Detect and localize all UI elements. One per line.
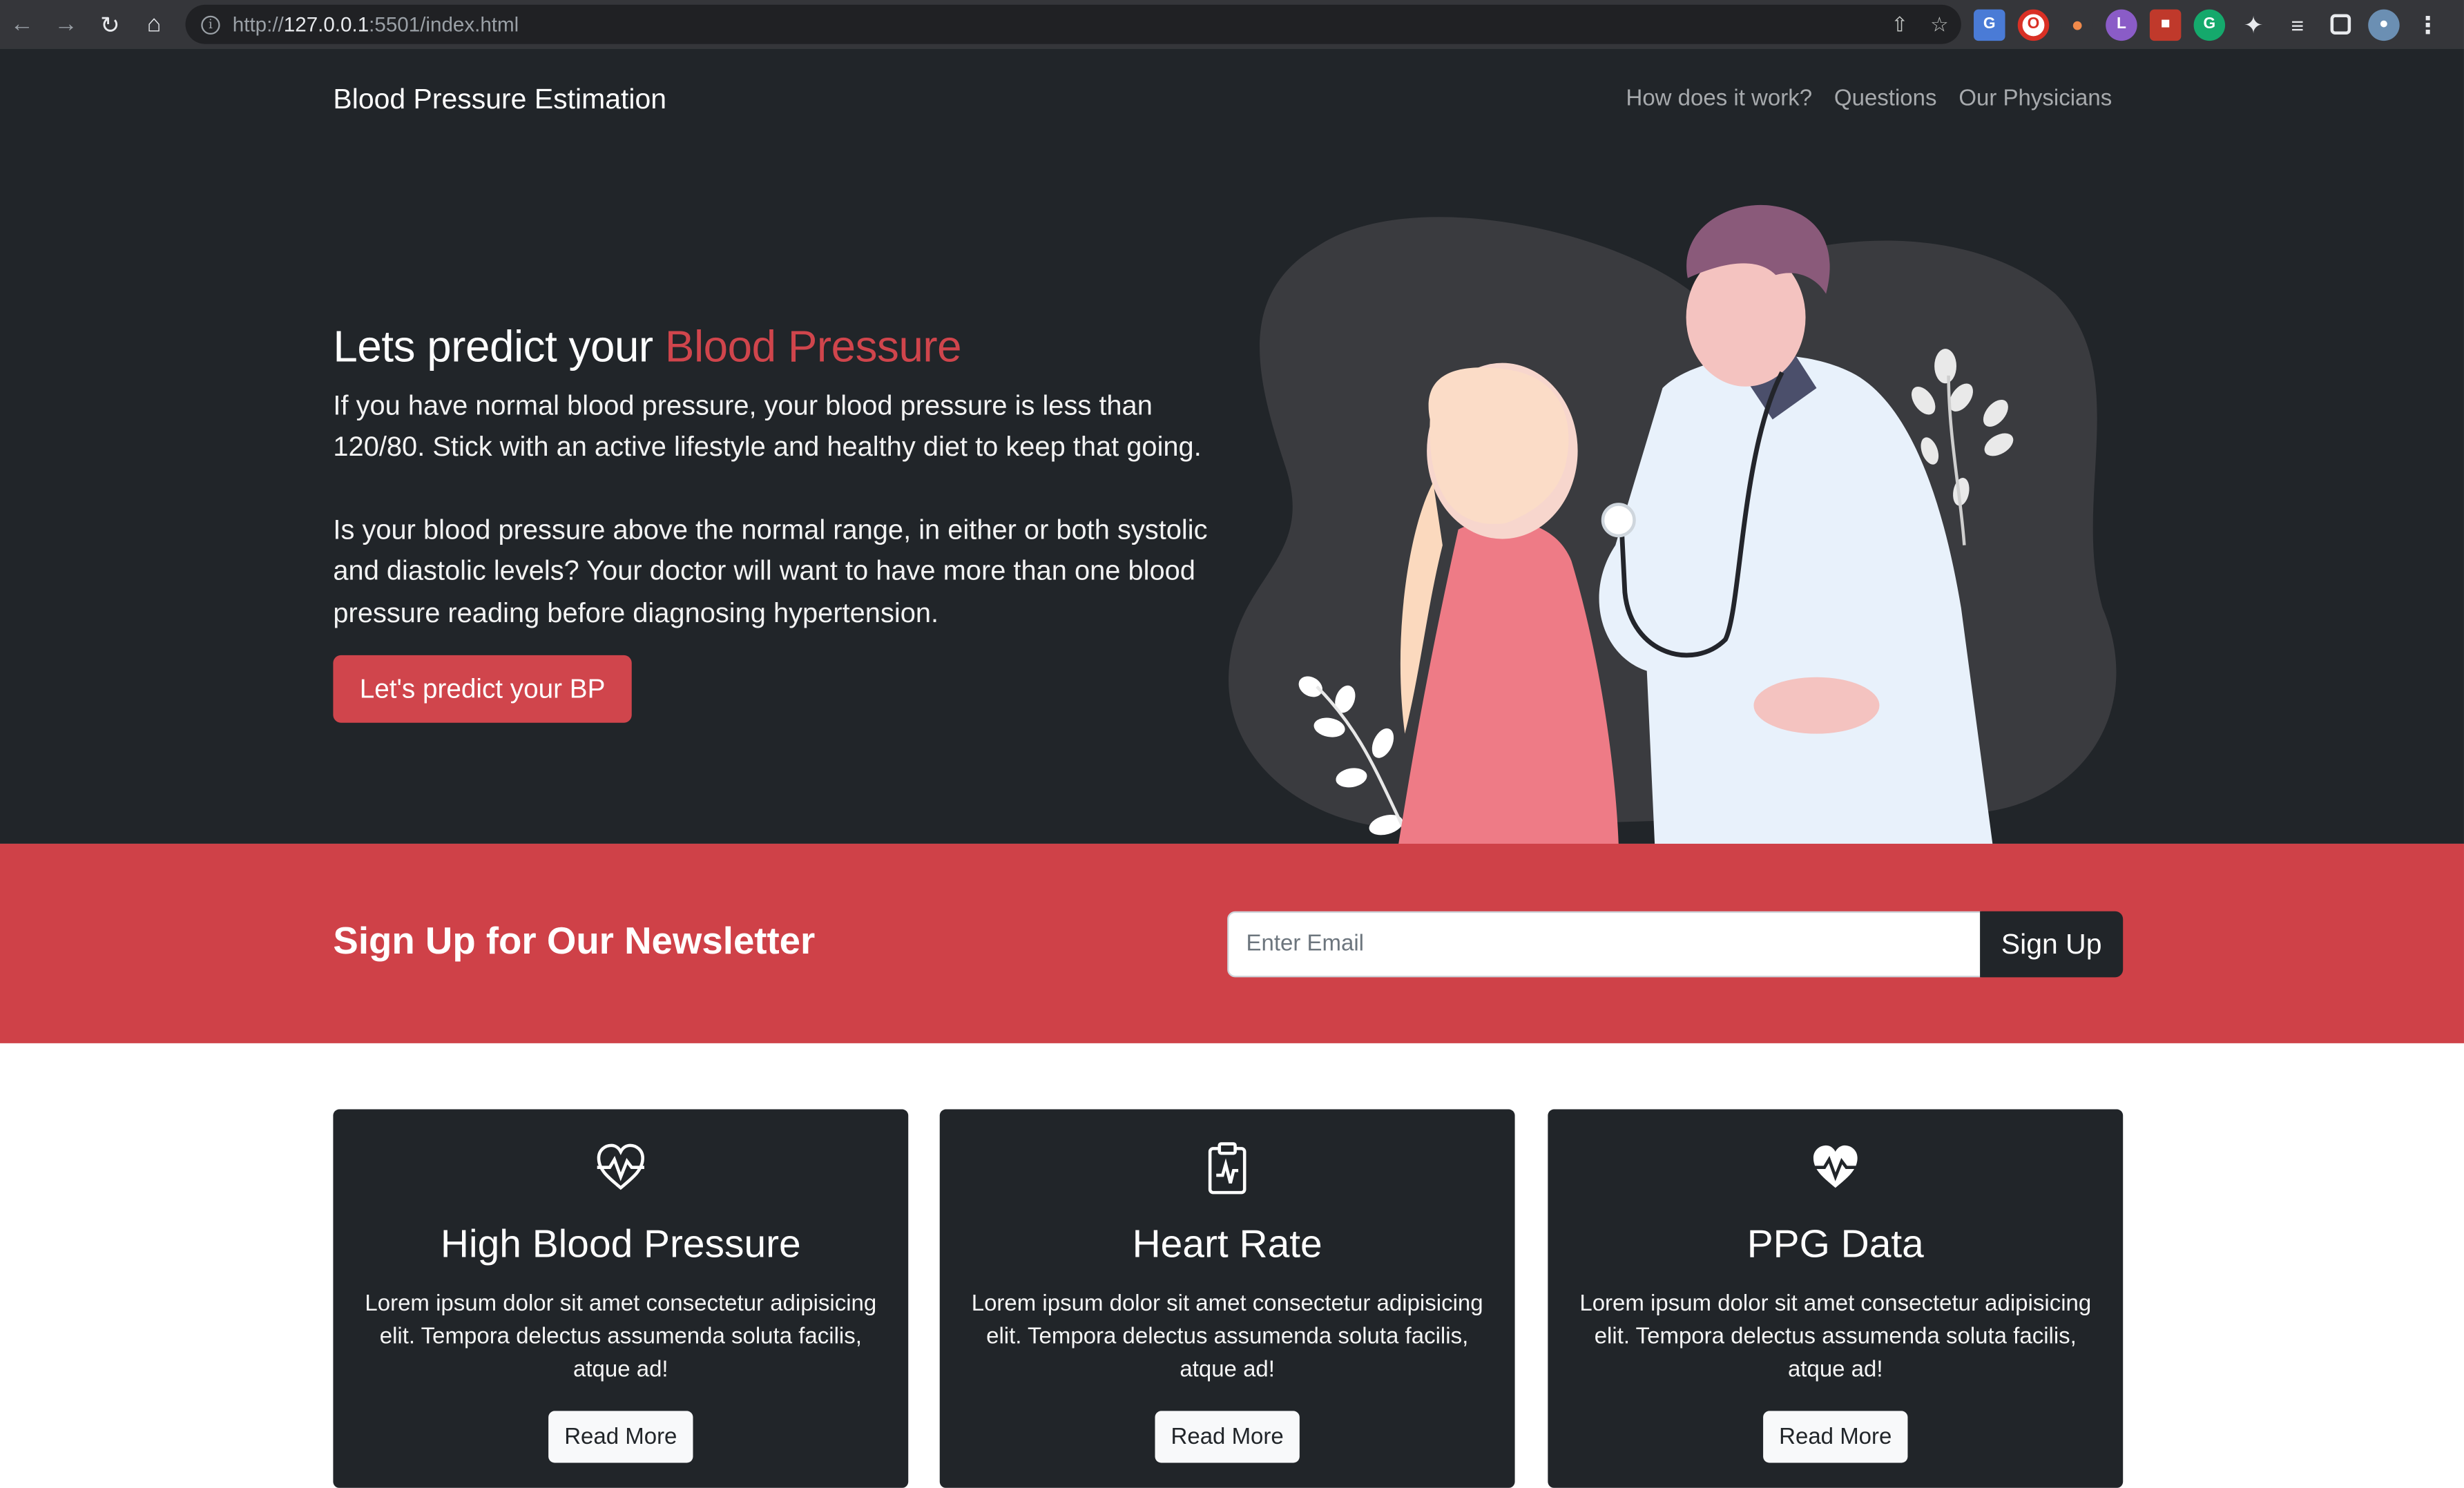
hero-section: Blood Pressure Estimation How does it wo… bbox=[0, 48, 2464, 844]
card-text: Lorem ipsum dolor sit amet consectetur a… bbox=[365, 1291, 877, 1383]
read-more-button[interactable]: Read More bbox=[1155, 1411, 1300, 1463]
address-bar[interactable]: i http://127.0.0.1:5501/index.html ⇧ ☆ bbox=[185, 4, 1961, 44]
heart-pulse-filled-icon bbox=[1811, 1145, 1859, 1188]
clipboard-pulse-icon bbox=[1208, 1142, 1247, 1195]
menu-kebab-icon[interactable]: ⋮ bbox=[2412, 9, 2444, 41]
site-info-icon[interactable]: i bbox=[201, 15, 220, 34]
sign-up-button[interactable]: Sign Up bbox=[1980, 911, 2124, 978]
predict-bp-button[interactable]: Let's predict your BP bbox=[333, 655, 632, 723]
hero-paragraph-2: Is your blood pressure above the normal … bbox=[333, 514, 1208, 628]
share-icon[interactable]: ⇧ bbox=[1891, 12, 1908, 37]
doctor-patient-illustration bbox=[1229, 204, 2117, 844]
red-extension-icon[interactable]: ■ bbox=[2149, 8, 2182, 41]
reload-icon[interactable]: ↻ bbox=[88, 0, 132, 49]
puzzle-extensions-icon[interactable]: ✦ bbox=[2237, 9, 2269, 41]
side-panel-icon[interactable] bbox=[2330, 14, 2351, 35]
heart-pulse-outline-icon bbox=[597, 1143, 644, 1190]
card-title: High Blood Pressure bbox=[440, 1222, 801, 1267]
info-cards-section: High Blood Pressure Lorem ipsum dolor si… bbox=[0, 1043, 2464, 1488]
read-more-button[interactable]: Read More bbox=[1763, 1411, 1908, 1463]
extensions-bar: G O ● L ■ G ✦ ≡ ● ⋮ bbox=[1974, 0, 2443, 49]
back-icon[interactable]: ← bbox=[0, 0, 44, 49]
newsletter-section: Sign Up for Our Newsletter Sign Up bbox=[0, 843, 2464, 1043]
nav-how-it-works[interactable]: How does it work? bbox=[1626, 86, 1813, 111]
hero-title-accent: Blood Pressure bbox=[664, 322, 962, 371]
page: Blood Pressure Estimation How does it wo… bbox=[0, 48, 2464, 1488]
card-text: Lorem ipsum dolor sit amet consectetur a… bbox=[971, 1291, 1483, 1383]
card-title: PPG Data bbox=[1746, 1222, 1924, 1267]
nav-our-physicians[interactable]: Our Physicians bbox=[1958, 86, 2112, 111]
browser-toolbar: ← → ↻ ⌂ i http://127.0.0.1:5501/index.ht… bbox=[0, 0, 2464, 49]
card-heart-rate: Heart Rate Lorem ipsum dolor sit amet co… bbox=[939, 1109, 1515, 1488]
card-high-blood-pressure: High Blood Pressure Lorem ipsum dolor si… bbox=[333, 1109, 909, 1488]
brand-title[interactable]: Blood Pressure Estimation bbox=[333, 84, 666, 117]
hero-title: Lets predict your Blood Pressure bbox=[333, 322, 961, 372]
profile-avatar[interactable]: ● bbox=[2368, 8, 2400, 41]
nav-questions[interactable]: Questions bbox=[1834, 86, 1937, 111]
newsletter-title: Sign Up for Our Newsletter bbox=[333, 920, 816, 963]
home-icon[interactable]: ⌂ bbox=[132, 0, 176, 49]
url-text: http://127.0.0.1:5501/index.html bbox=[232, 12, 519, 37]
top-nav: How does it work? Questions Our Physicia… bbox=[1626, 86, 2112, 111]
lb-extension-icon[interactable]: L bbox=[2106, 8, 2137, 41]
grammarly-extension-icon[interactable]: G bbox=[2193, 8, 2226, 41]
forward-icon[interactable]: → bbox=[44, 0, 88, 49]
bookmark-star-icon[interactable]: ☆ bbox=[1930, 12, 1949, 37]
translate-extension-icon[interactable]: G bbox=[1974, 8, 2005, 41]
card-title: Heart Rate bbox=[1132, 1222, 1322, 1267]
pill-extension-icon[interactable]: ● bbox=[2061, 8, 2093, 41]
opera-extension-icon[interactable]: O bbox=[2017, 8, 2050, 41]
hero-paragraph-1: If you have normal blood pressure, your … bbox=[333, 389, 1202, 463]
read-more-button[interactable]: Read More bbox=[548, 1411, 693, 1463]
card-text: Lorem ipsum dolor sit amet consectetur a… bbox=[1579, 1291, 2092, 1383]
media-control-icon[interactable]: ≡ bbox=[2282, 9, 2313, 41]
card-ppg-data: PPG Data Lorem ipsum dolor sit amet cons… bbox=[1548, 1109, 2124, 1488]
hero-title-main: Lets predict your bbox=[333, 322, 665, 371]
screen: ← → ↻ ⌂ i http://127.0.0.1:5501/index.ht… bbox=[0, 0, 2464, 1488]
email-input[interactable] bbox=[1227, 911, 1982, 978]
